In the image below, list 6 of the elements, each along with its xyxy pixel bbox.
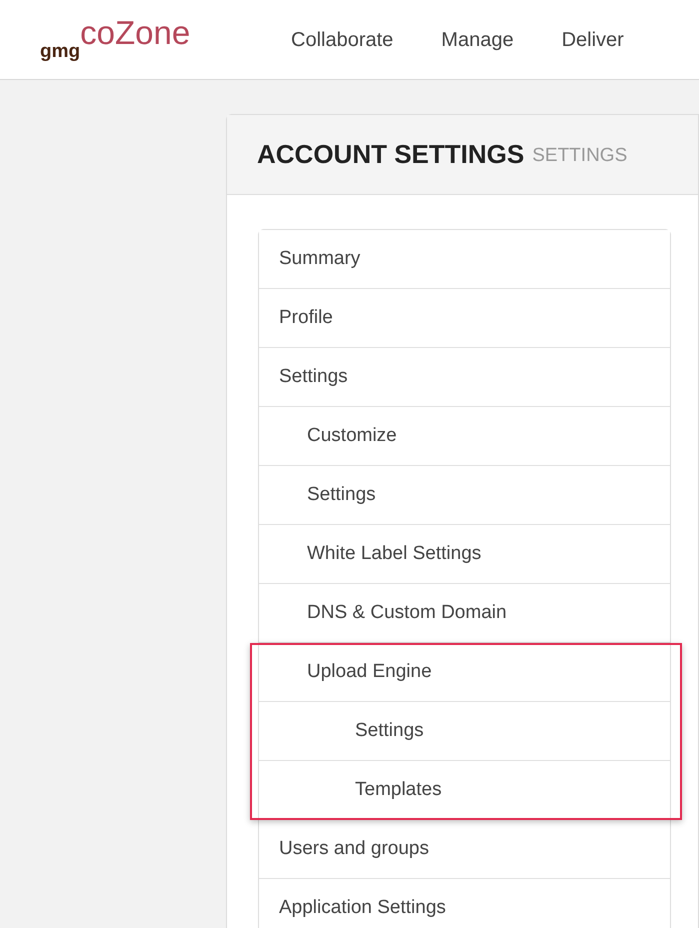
nav-link[interactable]: Collaborate	[291, 24, 394, 54]
page-title: ACCOUNT SETTINGS	[257, 138, 524, 171]
menu-item[interactable]: Summary	[259, 230, 670, 289]
nav-link[interactable]: Manage	[441, 24, 514, 54]
page-subtitle: SETTINGS	[532, 144, 628, 168]
nav-link[interactable]: Deliver	[562, 24, 624, 54]
